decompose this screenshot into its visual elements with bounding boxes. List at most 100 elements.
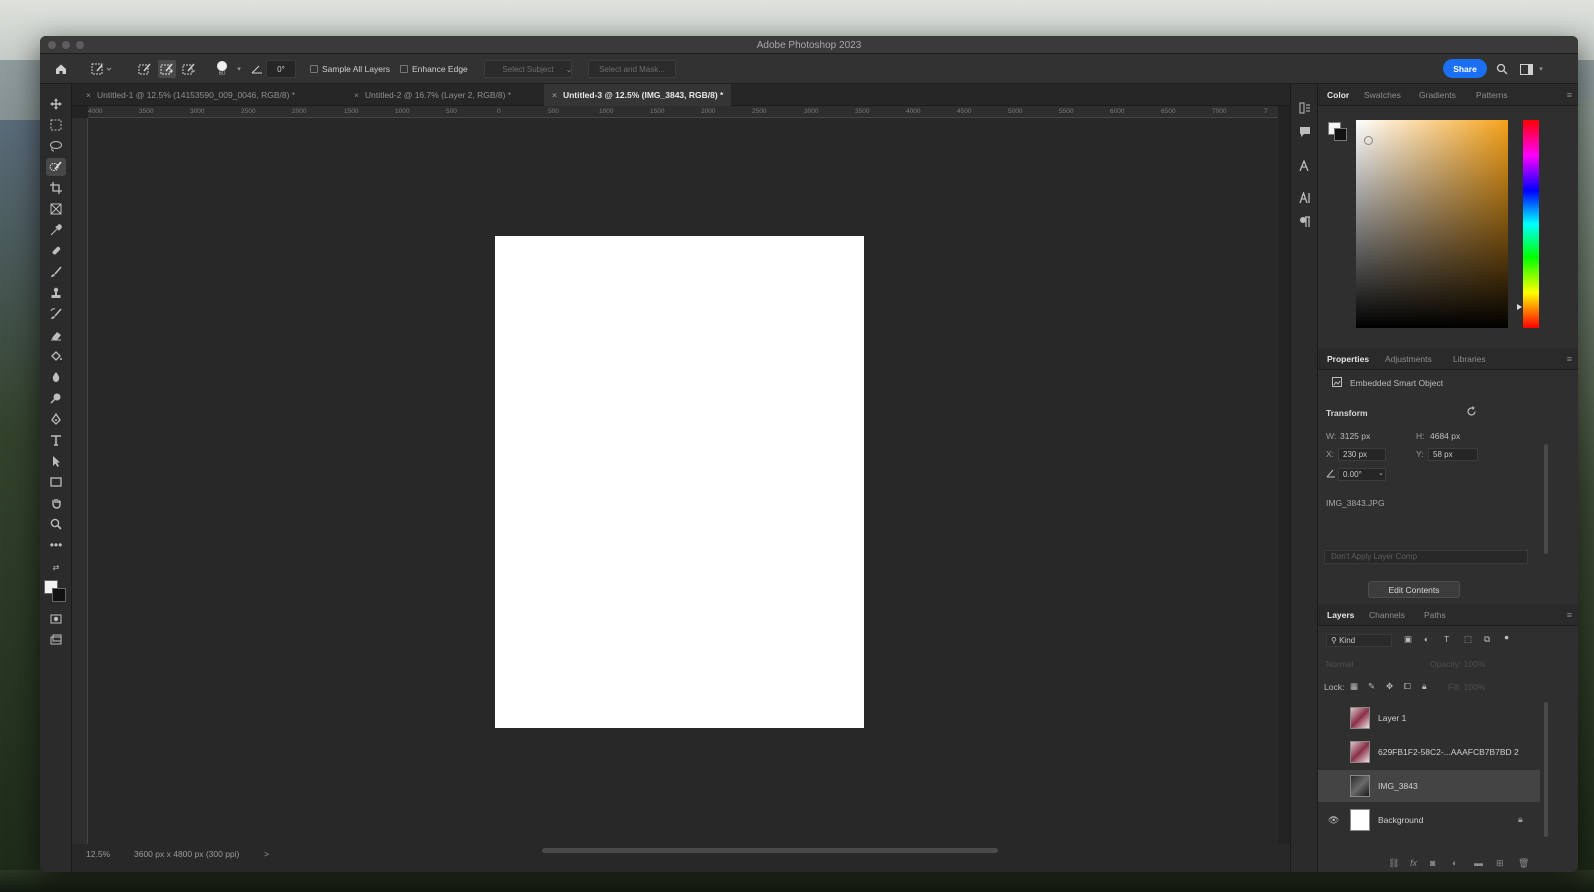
layer-style-icon[interactable]: fx [1410, 858, 1417, 868]
layer-filter-dropdown[interactable]: ⚲ Kind [1326, 634, 1392, 647]
panel-menu-icon[interactable]: ≡ [1567, 610, 1572, 620]
lock-position-icon[interactable]: ✥ [1386, 681, 1393, 692]
select-and-mask-button[interactable]: Select and Mask... [588, 60, 676, 78]
adjustment-layer-icon[interactable]: ◐ [1452, 858, 1457, 868]
type-tool-icon[interactable] [46, 431, 66, 449]
lasso-tool-icon[interactable] [46, 137, 66, 155]
horizontal-scrollbar[interactable] [542, 848, 998, 853]
color-picker-cursor[interactable] [1364, 136, 1373, 145]
eraser-tool-icon[interactable] [46, 326, 66, 344]
tab-untitled-3[interactable]: × Untitled-3 @ 12.5% (IMG_3843, RGB/8) * [544, 84, 732, 106]
subtract-from-selection-icon[interactable] [180, 60, 198, 78]
pixel-layer-filter-icon[interactable]: ▣ [1404, 634, 1412, 645]
brush-tool-icon[interactable] [46, 263, 66, 281]
panel-menu-icon[interactable]: ≡ [1567, 90, 1572, 100]
close-tab-icon[interactable]: × [552, 90, 557, 100]
tab-properties[interactable]: Properties [1327, 354, 1369, 364]
workspace-icon[interactable] [1518, 60, 1534, 78]
quick-selection-preset-icon[interactable] [88, 60, 116, 78]
workspace-chevron-icon[interactable]: ▾ [1536, 60, 1546, 78]
edit-contents-button[interactable]: Edit Contents [1368, 581, 1460, 598]
blend-mode-dropdown[interactable]: Normal [1326, 659, 1353, 669]
character-panel-icon[interactable] [1297, 158, 1313, 174]
lock-artboard-icon[interactable]: ⧠ [1404, 681, 1411, 692]
share-button[interactable]: Share [1443, 59, 1487, 78]
paragraph-panel-icon[interactable] [1297, 214, 1313, 230]
type-layer-filter-icon[interactable]: T [1444, 634, 1449, 644]
tab-untitled-1[interactable]: × Untitled-1 @ 12.5% (14153590_009_0046,… [78, 84, 303, 106]
clone-stamp-tool-icon[interactable] [46, 284, 66, 302]
pen-tool-icon[interactable] [46, 410, 66, 428]
y-position-input[interactable]: 58 px [1428, 448, 1478, 461]
adjustment-layer-filter-icon[interactable]: ◐ [1424, 634, 1429, 644]
tab-paths[interactable]: Paths [1424, 610, 1446, 620]
zoom-tool-icon[interactable] [46, 515, 66, 533]
rectangle-tool-icon[interactable] [46, 473, 66, 491]
more-tools-icon[interactable]: ••• [46, 536, 66, 554]
canvas-area[interactable] [88, 118, 1326, 844]
saturation-brightness-field[interactable] [1356, 120, 1508, 328]
zoom-level[interactable]: 12.5% [86, 849, 110, 859]
chevron-down-icon[interactable]: ▾ [234, 60, 244, 78]
tab-untitled-2[interactable]: × Untitled-2 @ 16.7% (Layer 2, RGB/8) * [346, 84, 519, 106]
filter-toggle-icon[interactable]: ● [1504, 632, 1509, 642]
hue-slider[interactable] [1523, 120, 1539, 328]
angle-input[interactable]: 0° [266, 60, 296, 78]
comments-panel-icon[interactable] [1297, 124, 1313, 140]
lock-transparent-pixels-icon[interactable]: ▦ [1350, 681, 1358, 692]
enhance-edge-checkbox[interactable] [400, 65, 408, 73]
panel-menu-icon[interactable]: ≡ [1567, 354, 1572, 364]
move-tool-icon[interactable] [46, 95, 66, 113]
new-layer-icon[interactable]: ⊞ [1496, 858, 1504, 869]
screen-mode-icon[interactable] [46, 631, 66, 649]
layer-row-selected[interactable]: IMG_3843 [1318, 770, 1540, 802]
crop-tool-icon[interactable] [46, 179, 66, 197]
background-color-chip[interactable] [1334, 128, 1347, 141]
tab-swatches[interactable]: Swatches [1364, 90, 1401, 100]
close-tab-icon[interactable]: × [354, 90, 359, 100]
angle-dropdown-icon[interactable]: ⌄ [1378, 469, 1384, 477]
height-value[interactable]: 4684 px [1430, 431, 1460, 441]
shape-layer-filter-icon[interactable]: ⬚ [1464, 634, 1472, 645]
marquee-tool-icon[interactable] [46, 116, 66, 134]
history-brush-tool-icon[interactable] [46, 305, 66, 323]
background-color-swatch[interactable] [52, 588, 66, 602]
new-selection-icon[interactable] [136, 60, 154, 78]
status-menu-arrow-icon[interactable]: > [264, 849, 269, 859]
properties-scrollbar[interactable] [1544, 444, 1548, 554]
paint-bucket-tool-icon[interactable] [46, 347, 66, 365]
width-value[interactable]: 3125 px [1340, 431, 1370, 441]
search-icon[interactable] [1494, 60, 1510, 78]
frame-tool-icon[interactable] [46, 200, 66, 218]
brush-size-picker[interactable]: 60 [210, 60, 234, 78]
visibility-eye-icon[interactable]: 👁︎ [1328, 815, 1339, 826]
tab-color[interactable]: Color [1327, 90, 1349, 100]
tab-adjustments[interactable]: Adjustments [1385, 354, 1432, 364]
default-colors-icon[interactable]: ⇄ [46, 558, 66, 576]
tab-libraries[interactable]: Libraries [1453, 354, 1486, 364]
layer-row[interactable]: Layer 1 [1318, 702, 1540, 734]
home-icon[interactable] [52, 60, 70, 78]
document-canvas[interactable] [495, 236, 864, 728]
healing-brush-tool-icon[interactable] [46, 242, 66, 260]
glyphs-panel-icon[interactable] [1297, 190, 1313, 206]
blur-tool-icon[interactable] [46, 368, 66, 386]
new-group-icon[interactable]: ▬ [1474, 858, 1483, 868]
history-panel-icon[interactable] [1297, 100, 1313, 116]
link-layers-icon[interactable]: ⛓ [1388, 858, 1399, 869]
delete-layer-icon[interactable]: 🗑︎ [1518, 858, 1529, 869]
select-subject-button[interactable]: Select Subject [484, 60, 572, 78]
fill-field[interactable]: Fill: 100% [1448, 682, 1485, 692]
layer-row[interactable]: 629FB1F2-58C2-...AAAFCB7B7BD 2 [1318, 736, 1540, 768]
path-selection-tool-icon[interactable] [46, 452, 66, 470]
smart-object-filter-icon[interactable]: ⧉ [1484, 634, 1490, 645]
hue-slider-marker[interactable] [1517, 304, 1522, 311]
opacity-field[interactable]: Opacity: 100% [1430, 659, 1485, 669]
add-to-selection-icon[interactable] [158, 60, 176, 78]
x-position-input[interactable]: 230 px [1338, 448, 1386, 461]
tab-layers[interactable]: Layers [1327, 610, 1354, 620]
quick-selection-tool-icon[interactable] [46, 158, 66, 176]
tab-gradients[interactable]: Gradients [1419, 90, 1456, 100]
dodge-tool-icon[interactable] [46, 389, 66, 407]
hand-tool-icon[interactable] [46, 494, 66, 512]
